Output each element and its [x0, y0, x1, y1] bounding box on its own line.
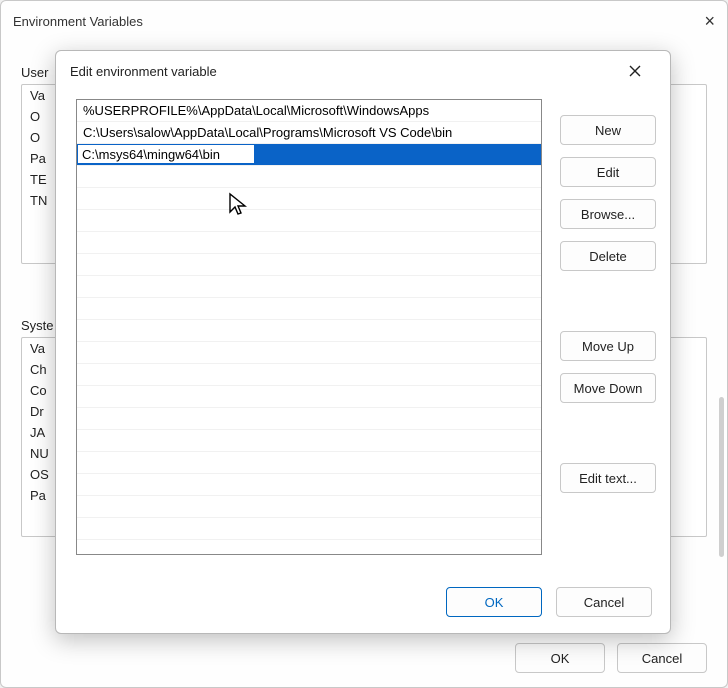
empty-row: [77, 298, 541, 320]
modal-close-button[interactable]: [614, 56, 656, 86]
empty-row: [77, 342, 541, 364]
empty-row: [77, 408, 541, 430]
edit-text-button[interactable]: Edit text...: [560, 463, 656, 493]
empty-row: [77, 364, 541, 386]
scrollbar-thumb[interactable]: [719, 397, 724, 557]
edit-button[interactable]: Edit: [560, 157, 656, 187]
empty-row: [77, 386, 541, 408]
empty-row: [77, 232, 541, 254]
new-button[interactable]: New: [560, 115, 656, 145]
path-entry-row[interactable]: C:\Users\salow\AppData\Local\Programs\Mi…: [77, 122, 541, 144]
modal-titlebar: Edit environment variable: [56, 51, 670, 91]
modal-footer: OK Cancel: [56, 575, 670, 633]
empty-row: [77, 518, 541, 540]
empty-row: [77, 452, 541, 474]
path-entries-listbox[interactable]: %USERPROFILE%\AppData\Local\Microsoft\Wi…: [76, 99, 542, 555]
empty-row: [77, 166, 541, 188]
browse-button[interactable]: Browse...: [560, 199, 656, 229]
delete-button[interactable]: Delete: [560, 241, 656, 271]
side-buttons-column: New Edit Browse... Delete Move Up Move D…: [560, 99, 656, 575]
path-entry-row[interactable]: %USERPROFILE%\AppData\Local\Microsoft\Wi…: [77, 100, 541, 122]
modal-ok-button[interactable]: OK: [446, 587, 542, 617]
empty-row: [77, 320, 541, 342]
empty-row: [77, 276, 541, 298]
path-entry-edit-input[interactable]: [77, 144, 255, 164]
edit-env-var-dialog: Edit environment variable %USERPROFILE%\…: [55, 50, 671, 634]
modal-cancel-button[interactable]: Cancel: [556, 587, 652, 617]
parent-titlebar: Environment Variables ×: [1, 1, 727, 41]
parent-close-icon[interactable]: ×: [675, 11, 715, 32]
empty-row: [77, 188, 541, 210]
empty-row: [77, 210, 541, 232]
empty-row: [77, 474, 541, 496]
parent-cancel-button[interactable]: Cancel: [617, 643, 707, 673]
close-icon: [629, 65, 641, 77]
parent-ok-button[interactable]: OK: [515, 643, 605, 673]
empty-row: [77, 254, 541, 276]
move-down-button[interactable]: Move Down: [560, 373, 656, 403]
parent-window-title: Environment Variables: [13, 14, 143, 29]
modal-title-text: Edit environment variable: [70, 64, 217, 79]
empty-row: [77, 496, 541, 518]
move-up-button[interactable]: Move Up: [560, 331, 656, 361]
parent-button-row: OK Cancel: [1, 631, 727, 687]
empty-row: [77, 430, 541, 452]
